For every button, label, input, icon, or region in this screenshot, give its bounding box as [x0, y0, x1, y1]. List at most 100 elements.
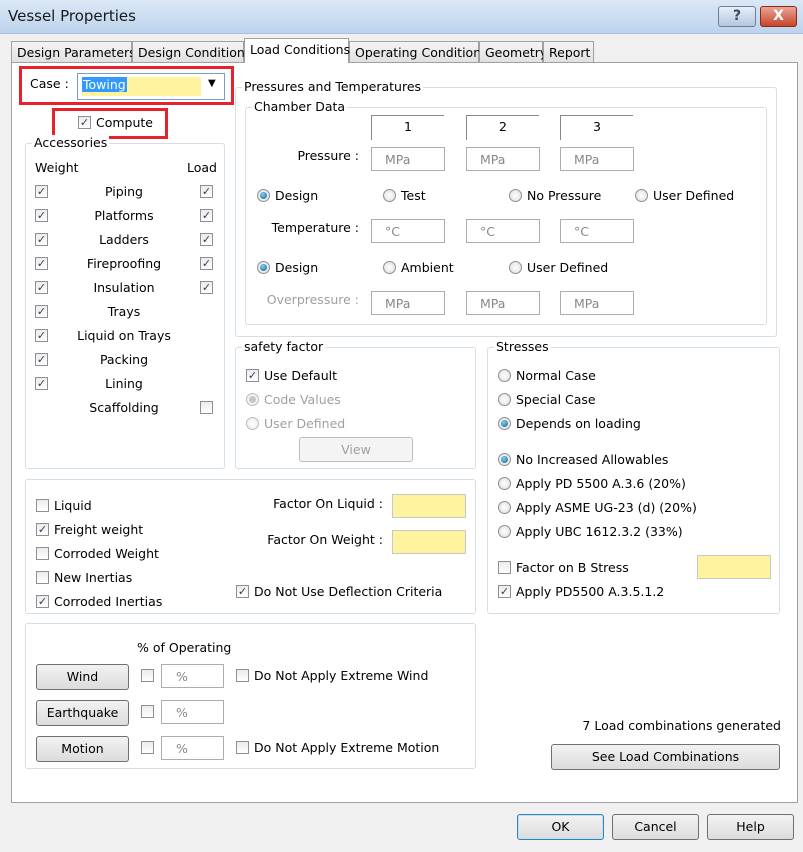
corroded-inertias-checkbox[interactable]: ✓: [36, 595, 49, 608]
stress-case-label: Depends on loading: [516, 416, 641, 431]
pressure-option-radio[interactable]: [383, 189, 396, 202]
freight-checkbox[interactable]: ✓: [36, 523, 49, 536]
tab-design-conditions[interactable]: Design Conditions: [132, 41, 251, 63]
deflection-checkbox[interactable]: ✓: [236, 585, 249, 598]
user-defined-radio[interactable]: [246, 417, 259, 430]
chevron-down-icon: ▼: [208, 78, 216, 89]
tab-load-conditions[interactable]: Load Conditions: [244, 38, 350, 63]
temperature-input[interactable]: °C: [466, 219, 540, 243]
overpressure-input[interactable]: MPa: [560, 291, 634, 315]
stress-case-label: Special Case: [516, 392, 596, 407]
accessory-label: Lining: [105, 376, 143, 391]
corroded-weight-checkbox[interactable]: [36, 547, 49, 560]
help-icon[interactable]: ?: [718, 6, 756, 27]
motion-button[interactable]: Motion: [36, 736, 129, 762]
wind-checkbox[interactable]: [141, 669, 154, 682]
weight-checkbox[interactable]: ✓: [35, 185, 48, 198]
extreme-wind-label: Do Not Apply Extreme Wind: [254, 668, 429, 683]
case-dropdown[interactable]: Towing ▼: [77, 73, 225, 100]
allowables-radio[interactable]: [498, 453, 511, 466]
extreme-motion-checkbox[interactable]: [236, 741, 249, 754]
factor-weight-input[interactable]: [392, 530, 466, 554]
wind-button[interactable]: Wind: [36, 664, 129, 690]
factor-b-stress-input[interactable]: [697, 555, 771, 579]
accessory-label: Platforms: [94, 208, 154, 223]
overpressure-input[interactable]: MPa: [466, 291, 540, 315]
temperature-option-radio[interactable]: [383, 261, 396, 274]
load-checkbox[interactable]: ✓: [200, 209, 213, 222]
stress-case-radio[interactable]: [498, 393, 511, 406]
accessory-label: Scaffolding: [89, 400, 159, 415]
view-button[interactable]: View: [299, 437, 413, 462]
liquid-checkbox[interactable]: [36, 499, 49, 512]
overpressure-input[interactable]: MPa: [371, 291, 445, 315]
ok-button[interactable]: OK: [517, 814, 604, 840]
tab-geometry[interactable]: Geometry: [479, 41, 547, 63]
load-checkbox[interactable]: ✓: [200, 233, 213, 246]
temperature-label: Temperature :: [271, 220, 359, 235]
compute-checkbox[interactable]: ✓: [78, 116, 91, 129]
temperature-input[interactable]: °C: [560, 219, 634, 243]
pressure-option-label: Test: [401, 188, 426, 203]
window-title: Vessel Properties: [8, 7, 136, 25]
weight-checkbox[interactable]: ✓: [35, 353, 48, 366]
temperature-input[interactable]: °C: [371, 219, 445, 243]
factor-b-stress-checkbox[interactable]: [498, 561, 511, 574]
motion-checkbox[interactable]: [141, 741, 154, 754]
allowables-radio[interactable]: [498, 501, 511, 514]
allowables-label: Apply PD 5500 A.3.6 (20%): [516, 476, 686, 491]
pressure-input[interactable]: MPa: [371, 147, 445, 171]
cancel-button[interactable]: Cancel: [612, 814, 699, 840]
temperature-option-radio[interactable]: [257, 261, 270, 274]
allowables-radio[interactable]: [498, 525, 511, 538]
wind-percent-input[interactable]: %: [161, 664, 224, 688]
pressure-input[interactable]: MPa: [560, 147, 634, 171]
stress-case-radio[interactable]: [498, 417, 511, 430]
use-default-label: Use Default: [264, 368, 337, 383]
accessory-label: Fireproofing: [86, 256, 162, 271]
weight-header: Weight: [35, 160, 79, 175]
weight-checkbox[interactable]: ✓: [35, 257, 48, 270]
accessory-label: Packing: [99, 352, 149, 367]
load-checkbox[interactable]: [200, 401, 213, 414]
tab-report[interactable]: Report: [543, 41, 594, 63]
weight-checkbox[interactable]: ✓: [35, 305, 48, 318]
pressure-option-radio[interactable]: [509, 189, 522, 202]
earthquake-checkbox[interactable]: [141, 705, 154, 718]
load-checkbox[interactable]: ✓: [200, 185, 213, 198]
temperature-option-label: Ambient: [401, 260, 454, 275]
see-load-combinations-button[interactable]: See Load Combinations: [551, 744, 780, 770]
weight-checkbox[interactable]: ✓: [35, 377, 48, 390]
extreme-wind-checkbox[interactable]: [236, 669, 249, 682]
pressure-option-radio[interactable]: [257, 189, 270, 202]
pressure-option-label: No Pressure: [527, 188, 602, 203]
corroded-inertias-label: Corroded Inertias: [54, 594, 163, 609]
load-checkbox[interactable]: ✓: [200, 257, 213, 270]
close-icon[interactable]: X: [760, 6, 797, 27]
pressure-input[interactable]: MPa: [466, 147, 540, 171]
apply-pd5500-checkbox[interactable]: ✓: [498, 585, 511, 598]
factor-liquid-input[interactable]: [392, 494, 466, 518]
new-inertias-checkbox[interactable]: [36, 571, 49, 584]
earthquake-percent-input[interactable]: %: [161, 700, 224, 724]
allowables-radio[interactable]: [498, 477, 511, 490]
pressure-option-radio[interactable]: [635, 189, 648, 202]
weight-checkbox[interactable]: ✓: [35, 209, 48, 222]
earthquake-button[interactable]: Earthquake: [36, 700, 129, 726]
weight-checkbox[interactable]: ✓: [35, 233, 48, 246]
tab-operating-conditions[interactable]: Operating Conditions: [349, 41, 488, 63]
temperature-option-radio[interactable]: [509, 261, 522, 274]
motion-percent-input[interactable]: %: [161, 736, 224, 760]
tab-design-parameters[interactable]: Design Parameters: [11, 41, 136, 63]
stress-case-radio[interactable]: [498, 369, 511, 382]
weight-checkbox[interactable]: ✓: [35, 281, 48, 294]
weight-checkbox[interactable]: ✓: [35, 329, 48, 342]
allowables-label: Apply ASME UG-23 (d) (20%): [516, 500, 697, 515]
code-values-radio[interactable]: [246, 393, 259, 406]
factor-weight-label: Factor On Weight :: [267, 532, 383, 547]
factor-b-stress-label: Factor on B Stress: [516, 560, 629, 575]
use-default-checkbox[interactable]: ✓: [246, 369, 259, 382]
load-checkbox[interactable]: ✓: [200, 281, 213, 294]
help-button[interactable]: Help: [707, 814, 794, 840]
allowables-label: Apply UBC 1612.3.2 (33%): [516, 524, 683, 539]
